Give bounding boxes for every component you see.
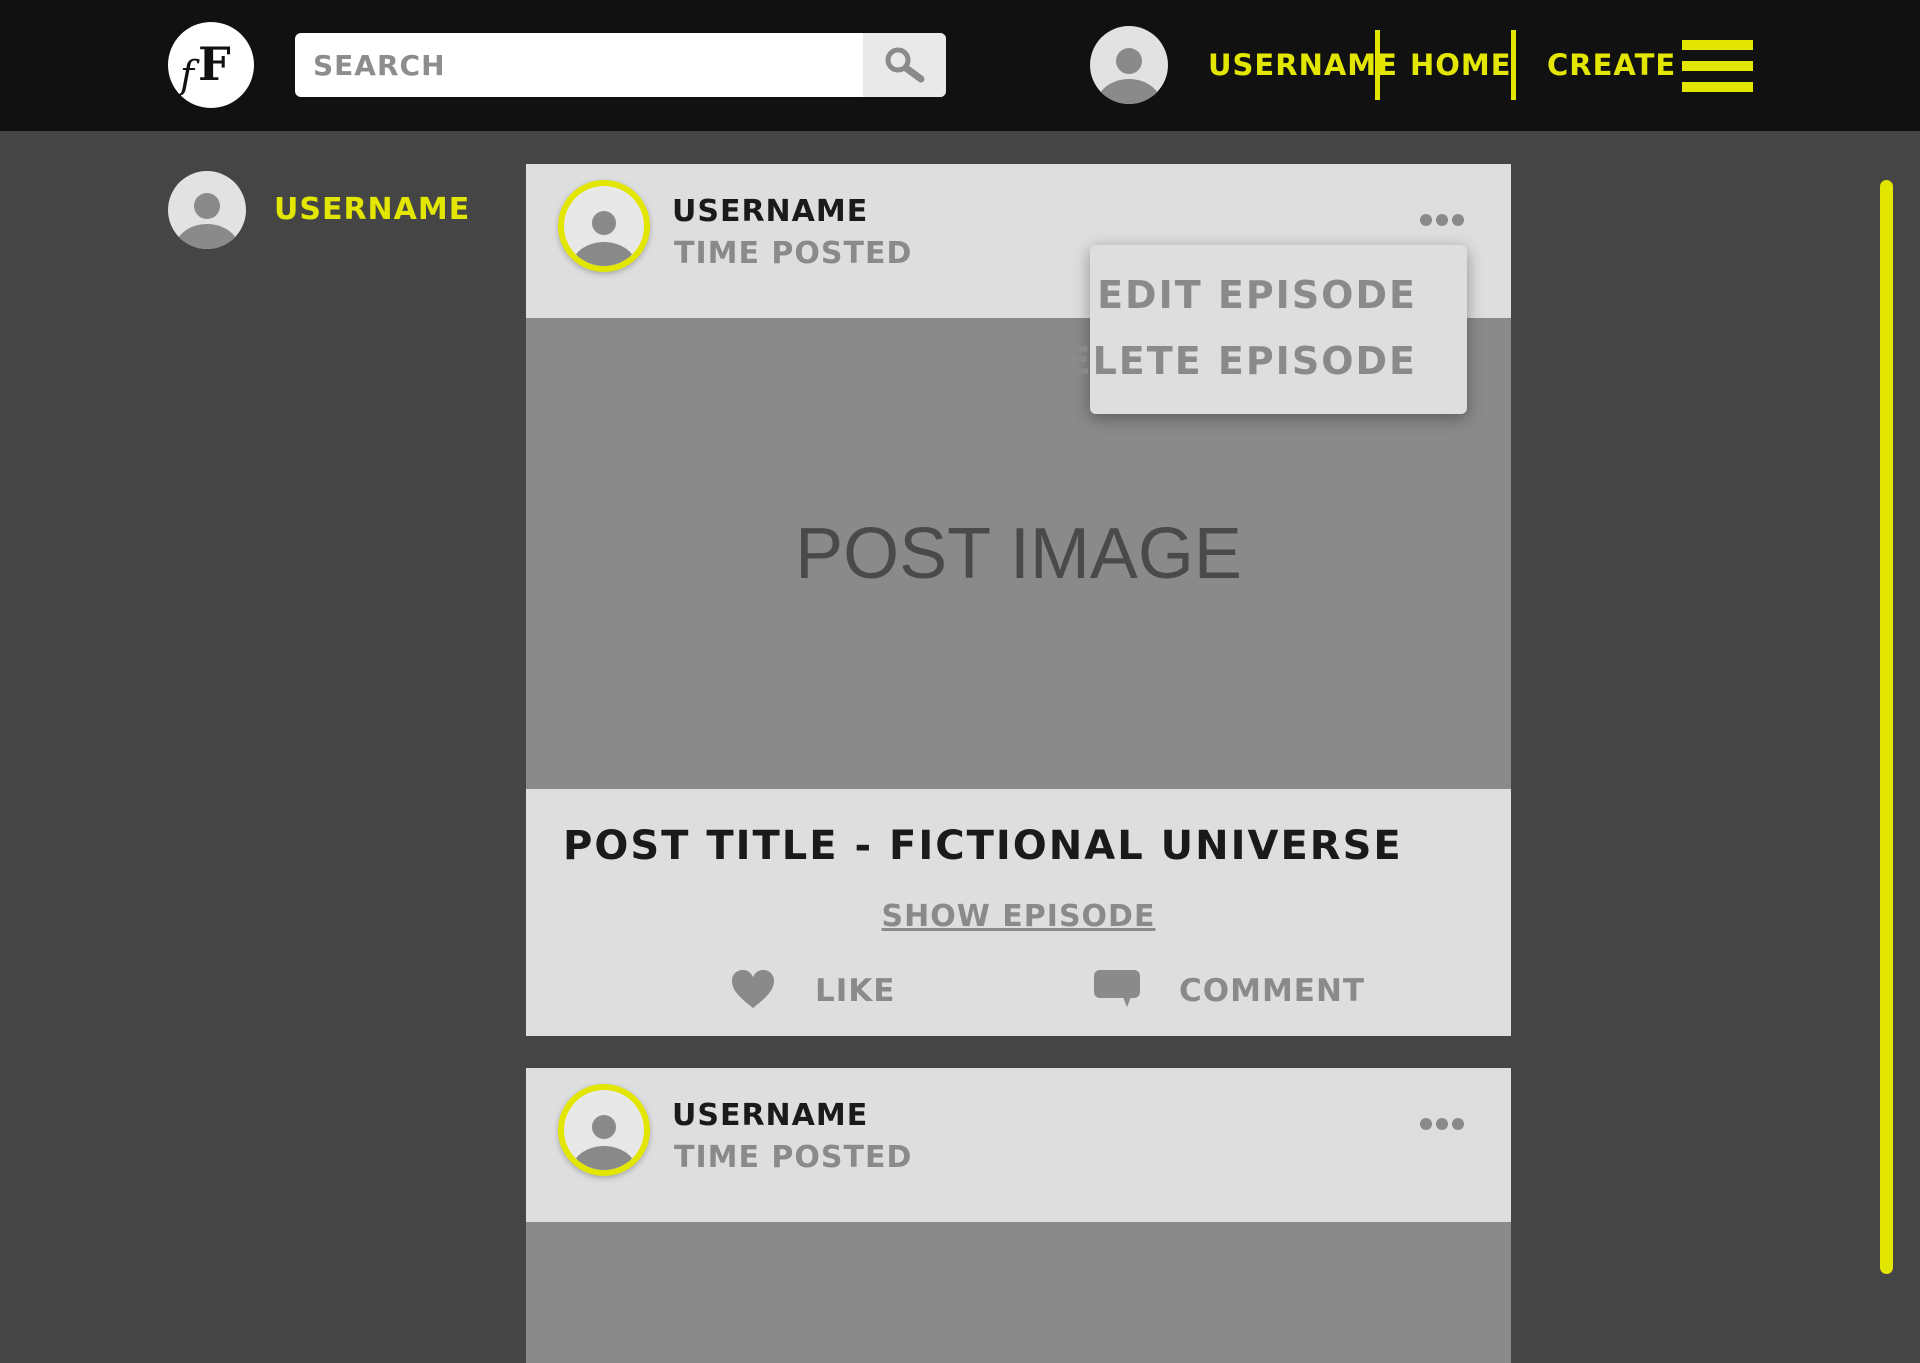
comment-button[interactable]: COMMENT — [1093, 969, 1364, 1019]
post-card: USERNAME TIME POSTED — [526, 1068, 1511, 1363]
user-avatar-icon — [1096, 48, 1162, 104]
user-avatar-icon — [572, 211, 636, 266]
nav-create-link[interactable]: CREATE — [1547, 0, 1676, 131]
more-icon[interactable] — [1420, 1113, 1468, 1133]
header-avatar[interactable] — [1090, 26, 1168, 104]
post-footer: POST TITLE - FICTIONAL UNIVERSE SHOW EPI… — [526, 789, 1511, 1036]
nav-username-link[interactable]: USERNAME — [1208, 0, 1398, 131]
svg-text:F: F — [198, 37, 231, 91]
logo-icon: f F — [177, 37, 231, 97]
nav-divider — [1511, 30, 1516, 100]
post-image[interactable] — [526, 1222, 1511, 1363]
like-button[interactable]: LIKE — [731, 969, 895, 1019]
comment-label: COMMENT — [1179, 973, 1366, 1009]
post-image-placeholder: POST IMAGE — [795, 514, 1242, 594]
delete-episode-menu-item[interactable]: DELETE EPISODE — [1031, 339, 1417, 383]
post-time: TIME POSTED — [674, 1140, 913, 1175]
menu-icon[interactable] — [1682, 40, 1753, 92]
sidebar-avatar[interactable] — [168, 171, 246, 249]
comment-icon — [1094, 970, 1140, 1007]
svg-text:f: f — [177, 53, 200, 97]
show-episode-row: SHOW EPISODE — [526, 899, 1511, 934]
search-icon — [885, 47, 925, 83]
search-bar — [295, 33, 946, 97]
top-navigation-bar: f F USERNAME HOME CREATE — [0, 0, 1920, 131]
post-title: POST TITLE - FICTIONAL UNIVERSE — [563, 823, 1403, 869]
user-avatar-icon — [174, 193, 240, 249]
post-avatar[interactable] — [558, 180, 650, 272]
sidebar-username[interactable]: USERNAME — [274, 187, 470, 233]
like-label: LIKE — [815, 973, 896, 1009]
heart-icon — [732, 970, 774, 1008]
nav-divider — [1375, 30, 1380, 100]
search-input[interactable] — [295, 33, 863, 97]
show-episode-link[interactable]: SHOW EPISODE — [882, 899, 1156, 934]
post-options-dropdown: EDIT EPISODE DELETE EPISODE — [1031, 245, 1467, 414]
scrollbar[interactable] — [1880, 180, 1893, 1274]
post-username[interactable]: USERNAME — [672, 1098, 868, 1133]
nav-home-link[interactable]: HOME — [1410, 0, 1512, 131]
post-header: USERNAME TIME POSTED — [526, 1068, 1511, 1222]
user-avatar-icon — [572, 1115, 636, 1170]
edit-episode-menu-item[interactable]: EDIT EPISODE — [1097, 273, 1417, 317]
search-button[interactable] — [863, 33, 946, 97]
more-icon[interactable] — [1420, 209, 1468, 229]
post-time: TIME POSTED — [674, 236, 913, 271]
post-avatar[interactable] — [558, 1084, 650, 1176]
app-logo[interactable]: f F — [168, 22, 254, 108]
post-username[interactable]: USERNAME — [672, 194, 868, 229]
